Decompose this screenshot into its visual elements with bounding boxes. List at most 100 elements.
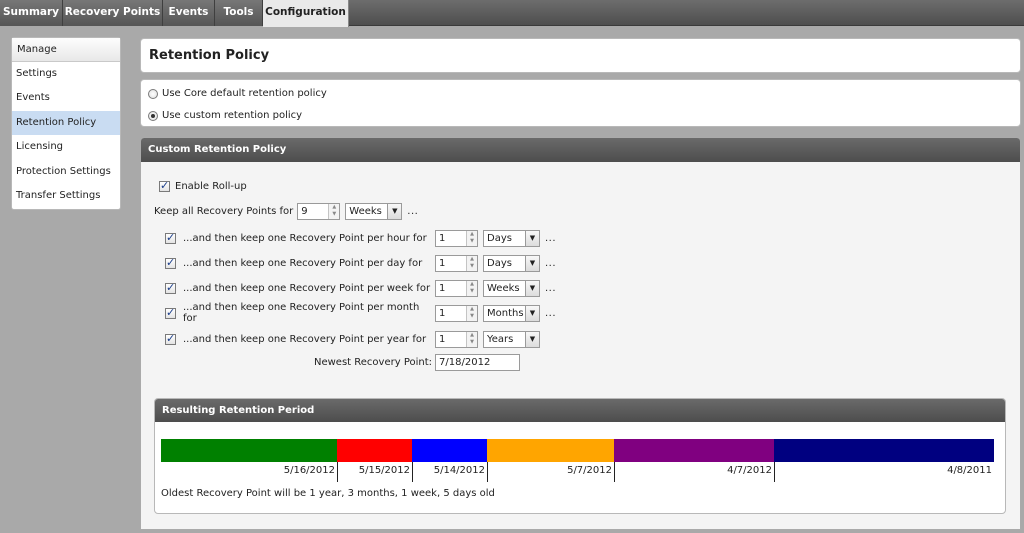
- segment-date-label: 5/7/2012: [567, 465, 612, 476]
- chevron-down-icon[interactable]: ▼: [525, 230, 539, 246]
- rule-year-unit-value: Years: [487, 333, 514, 345]
- sidebar-item-protection-settings[interactable]: Protection Settings: [12, 160, 120, 184]
- rule-year-unit-select[interactable]: Years ▼: [483, 330, 540, 348]
- enable-rollup-row: Enable Roll-up: [159, 177, 247, 195]
- manage-sidebar: Manage Settings Events Retention Policy …: [11, 37, 121, 210]
- top-tab-bar: Summary Recovery Points Events Tools Con…: [0, 0, 1024, 27]
- rule-hour-value[interactable]: 1: [436, 233, 466, 244]
- rule-week-unit-value: Weeks: [487, 282, 520, 294]
- enable-rollup-checkbox[interactable]: [159, 179, 170, 192]
- chevron-down-icon[interactable]: ▼: [525, 305, 539, 321]
- rule-row-year: ...and then keep one Recovery Point per …: [165, 330, 545, 348]
- sidebar-item-licensing[interactable]: Licensing: [12, 135, 120, 159]
- rule-year-stepper[interactable]: 1 ▲ ▼: [435, 330, 478, 348]
- page-title-panel: Retention Policy: [140, 38, 1021, 73]
- tab-recovery-points[interactable]: Recovery Points: [63, 0, 163, 26]
- oldest-recovery-point-text: Oldest Recovery Point will be 1 year, 3 …: [161, 488, 495, 499]
- segment-divider: [487, 462, 488, 482]
- ellipsis: ...: [545, 307, 557, 319]
- rule-day-value[interactable]: 1: [436, 258, 466, 269]
- rule-year-label: ...and then keep one Recovery Point per …: [183, 333, 427, 345]
- retention-segment-4: [487, 439, 614, 462]
- rule-hour-unit-value: Days: [487, 232, 512, 244]
- radio-button-selected[interactable]: [148, 111, 158, 121]
- rule-day-unit-value: Days: [487, 257, 512, 269]
- tab-configuration[interactable]: Configuration: [263, 0, 349, 27]
- chevron-down-icon[interactable]: ▼: [525, 255, 539, 271]
- resulting-retention-header: Resulting Retention Period: [155, 399, 1005, 422]
- rule-month-label: ...and then keep one Recovery Point per …: [183, 302, 420, 324]
- retention-segment-1: [161, 439, 337, 462]
- radio-button[interactable]: [148, 89, 158, 99]
- rule-day-checkbox[interactable]: [165, 256, 176, 269]
- stepper-arrows-icon[interactable]: ▲ ▼: [466, 280, 477, 296]
- rule-hour-checkbox[interactable]: [165, 231, 176, 244]
- stepper-arrows-icon[interactable]: ▲ ▼: [466, 230, 477, 246]
- retention-segment-6: [774, 439, 994, 462]
- rule-day-stepper[interactable]: 1 ▲ ▼: [435, 254, 478, 272]
- segment-divider: [774, 462, 775, 482]
- rule-month-unit-value: Months: [487, 307, 524, 319]
- chevron-down-icon[interactable]: ▼: [525, 331, 539, 347]
- rule-week-checkbox[interactable]: [165, 281, 176, 294]
- sidebar-item-events[interactable]: Events: [12, 86, 120, 110]
- radio-custom[interactable]: Use custom retention policy: [148, 109, 302, 123]
- keep-all-label: Keep all Recovery Points for: [154, 205, 294, 217]
- keep-all-unit-value: Weeks: [349, 205, 382, 217]
- stepper-arrows-icon[interactable]: ▲ ▼: [466, 305, 477, 321]
- rule-hour-label: ...and then keep one Recovery Point per …: [183, 232, 427, 244]
- segment-date-label: 5/14/2012: [433, 465, 485, 476]
- ellipsis: ...: [545, 232, 557, 244]
- rule-week-value[interactable]: 1: [436, 283, 466, 294]
- segment-date-label: 5/15/2012: [358, 465, 410, 476]
- segment-divider: [337, 462, 338, 482]
- segment-date-label: 4/7/2012: [727, 465, 772, 476]
- rule-hour-unit-select[interactable]: Days ▼: [483, 229, 540, 247]
- retention-segment-5: [614, 439, 774, 462]
- stepper-arrows-icon[interactable]: ▲ ▼: [328, 203, 340, 219]
- rule-row-month: ...and then keep one Recovery Point per …: [165, 302, 557, 324]
- newest-date-field[interactable]: 7/18/2012: [435, 353, 521, 371]
- radio-label: Use custom retention policy: [162, 110, 303, 121]
- chevron-down-icon[interactable]: ▼: [387, 203, 402, 219]
- stepper-arrows-icon[interactable]: ▲ ▼: [466, 255, 477, 271]
- segment-date-label: 4/8/2011: [947, 465, 992, 476]
- ellipsis: ...: [545, 282, 557, 294]
- rule-month-stepper[interactable]: 1 ▲ ▼: [435, 304, 478, 322]
- newest-recovery-point-row: Newest Recovery Point: 7/18/2012: [314, 353, 521, 371]
- rule-week-stepper[interactable]: 1 ▲ ▼: [435, 279, 478, 297]
- chevron-down-icon[interactable]: ▼: [525, 280, 539, 296]
- sidebar-item-retention-policy[interactable]: Retention Policy: [12, 110, 120, 136]
- ellipsis: ...: [545, 257, 557, 269]
- keep-all-value[interactable]: 9: [298, 206, 328, 217]
- stepper-arrows-icon[interactable]: ▲ ▼: [466, 331, 477, 347]
- rule-month-checkbox[interactable]: [165, 306, 176, 319]
- policy-choice-panel: Use Core default retention policy Use cu…: [140, 79, 1021, 127]
- ellipsis: ...: [407, 205, 419, 217]
- rule-row-week: ...and then keep one Recovery Point per …: [165, 279, 556, 297]
- rule-week-unit-select[interactable]: Weeks ▼: [483, 279, 540, 297]
- rule-month-unit-select[interactable]: Months ▼: [483, 304, 540, 322]
- retention-segment-3: [412, 439, 487, 462]
- sidebar-item-transfer-settings[interactable]: Transfer Settings: [12, 184, 120, 208]
- retention-segment-2: [337, 439, 412, 462]
- newest-label: Newest Recovery Point:: [314, 356, 433, 368]
- rule-hour-stepper[interactable]: 1 ▲ ▼: [435, 229, 478, 247]
- sidebar-item-settings[interactable]: Settings: [12, 62, 120, 86]
- tab-tools[interactable]: Tools: [215, 0, 263, 26]
- rule-week-label: ...and then keep one Recovery Point per …: [183, 282, 431, 294]
- rule-year-value[interactable]: 1: [436, 334, 466, 345]
- rule-day-unit-select[interactable]: Days ▼: [483, 254, 540, 272]
- rule-year-checkbox[interactable]: [165, 332, 176, 345]
- tab-summary[interactable]: Summary: [0, 0, 63, 26]
- radio-label: Use Core default retention policy: [162, 88, 327, 99]
- rule-day-label: ...and then keep one Recovery Point per …: [183, 257, 423, 269]
- radio-core-default[interactable]: Use Core default retention policy: [148, 87, 327, 101]
- rule-month-value[interactable]: 1: [436, 308, 466, 319]
- keep-all-unit-select[interactable]: Weeks ▼: [345, 202, 403, 220]
- keep-all-row: Keep all Recovery Points for 9 ▲ ▼ Weeks …: [154, 202, 418, 220]
- page-title: Retention Policy: [149, 48, 270, 63]
- keep-all-stepper[interactable]: 9 ▲ ▼: [297, 202, 341, 220]
- segment-date-label: 5/16/2012: [283, 465, 335, 476]
- tab-events[interactable]: Events: [163, 0, 215, 26]
